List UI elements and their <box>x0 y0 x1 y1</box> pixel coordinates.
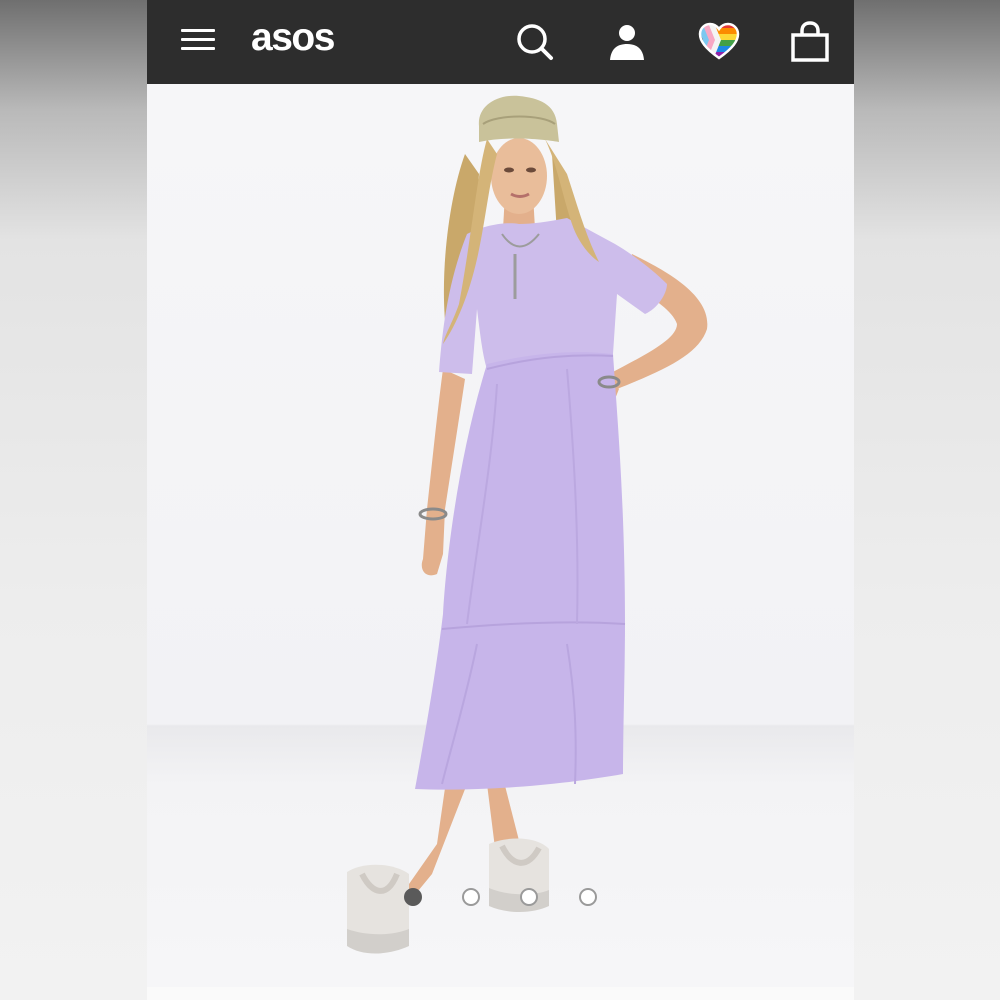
rainbow-heart-icon <box>698 22 740 60</box>
product-photo[interactable] <box>147 84 854 987</box>
shopping-bag-button[interactable] <box>788 20 832 64</box>
asos-logo[interactable]: asos <box>251 14 335 62</box>
account-button[interactable] <box>605 20 649 64</box>
menu-icon <box>181 29 215 32</box>
shopping-bag-icon <box>791 21 829 62</box>
saved-items-button[interactable] <box>697 20 741 64</box>
carousel-dot[interactable] <box>520 888 538 906</box>
carousel-dot[interactable] <box>404 888 422 906</box>
search-icon <box>517 24 553 60</box>
asos-mobile-app: asos <box>147 0 854 1000</box>
top-navigation-bar: asos <box>147 0 854 84</box>
menu-button[interactable] <box>181 26 215 52</box>
carousel-dot[interactable] <box>462 888 480 906</box>
model-in-lilac-dress-illustration <box>347 95 708 954</box>
search-button[interactable] <box>513 20 557 64</box>
account-icon <box>610 25 644 60</box>
page-bottom-edge <box>147 987 854 1000</box>
carousel-dot[interactable] <box>579 888 597 906</box>
